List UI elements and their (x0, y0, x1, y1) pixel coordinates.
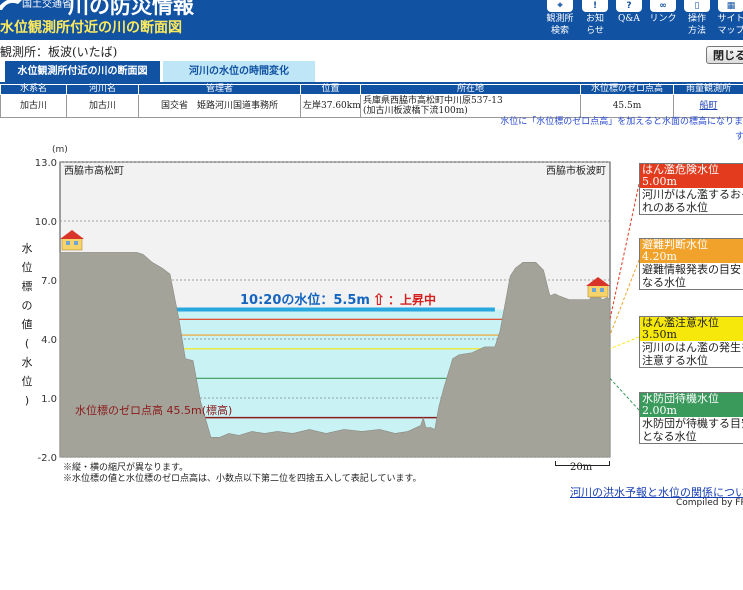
legend-flood-warning-desc: 河川のはん濫の発生を 注意する水位 (642, 341, 743, 367)
y-tick-label: 1.0 (41, 394, 57, 405)
y-axis-label-char: ( (25, 337, 29, 350)
page-subtitle: 水位観測所付近の川の断面図 (0, 20, 182, 36)
y-tick-label: -2.0 (37, 453, 57, 464)
close-button[interactable]: 閉じる (706, 46, 743, 64)
y-tick-label: 7.0 (41, 276, 57, 287)
y-axis-label-char: 水 (22, 242, 33, 255)
house-left-icon-window (74, 241, 78, 245)
cell-manager: 国交省 姫路河川国道事務所 (138, 94, 301, 118)
legend-connector-line (609, 336, 640, 350)
scale-label: 20m (570, 462, 593, 473)
header-address: 所在地 (360, 84, 581, 95)
header-system: 水系名 (0, 84, 67, 95)
legend-standby-desc: 水防団が待機する目安 となる水位 (642, 417, 743, 443)
news-button[interactable]: ! お知 らせ (578, 0, 612, 40)
y-tick-label: 13.0 (35, 158, 57, 169)
sitemap-label: サイト マップ (717, 14, 743, 36)
news-label: お知 らせ (585, 14, 604, 36)
header-rain-station: 雨量観測所 (673, 84, 743, 95)
links-button[interactable]: ∞ リンク (646, 0, 680, 40)
cell-system: 加古川 (0, 94, 67, 118)
legend-evacuation: 避難判断水位 4.20m 避難情報発表の目安と なる水位 (639, 238, 743, 290)
legend-evacuation-title: 避難判断水位 4.20m (640, 239, 743, 263)
legend-standby-title: 水防団待機水位 2.00m (640, 393, 743, 417)
legend-standby: 水防団待機水位 2.00m 水防団が待機する目安 となる水位 (639, 392, 743, 444)
links-label: リンク (649, 14, 677, 24)
header-zero-height: 水位標のゼロ点高 (580, 84, 674, 95)
trend-label: ：上昇中 (388, 292, 436, 307)
zero-point-label: 水位標のゼロ点高 45.5m(標高) (75, 403, 232, 417)
cell-river: 加古川 (66, 94, 139, 118)
legend-flood-danger: はん濫危険水位 5.00m 河川がはん濫するおそ れのある水位 (639, 163, 743, 215)
rain-station-link[interactable]: 船町 (699, 101, 717, 111)
sitemap-icon: ▦ (718, 0, 743, 12)
house-right-icon-window (600, 288, 604, 292)
qa-label: Q&A (618, 14, 640, 24)
map-pin-icon: ⌖ (547, 0, 573, 12)
link-icon: ∞ (650, 0, 676, 12)
y-axis-label-char: の (22, 299, 33, 312)
legend-flood-warning-title: はん濫注意水位 3.50m (640, 317, 743, 341)
right-bank-label: 西脇市板波町 (546, 164, 606, 177)
house-left-icon-window (66, 241, 70, 245)
header-position: 位置 (300, 84, 361, 95)
station-search-button[interactable]: ⌖ 観測所 検索 (543, 0, 577, 40)
y-axis-label-char: ) (25, 394, 29, 407)
help-label: 操作 方法 (687, 14, 706, 36)
y-axis-label-char: 位 (22, 374, 33, 388)
station-search-label: 観測所 検索 (546, 14, 574, 36)
left-bank-label: 西脇市高松町 (64, 164, 124, 177)
cell-position: 左岸37.60km (300, 94, 361, 118)
y-axis-label-char: 位 (22, 260, 33, 274)
station-info-table: 水系名 河川名 管理者 位置 所在地 水位標のゼロ点高 雨量観測所 加古川 加古… (0, 84, 743, 118)
address-line-1: 兵庫県西脇市高松町中川原537-13 (363, 96, 503, 106)
y-unit-label: (m) (52, 145, 68, 155)
current-level-label: 10:20の水位：5.5m (240, 292, 370, 308)
tab-water-level-timeline[interactable]: 河川の水位の時間変化 (163, 61, 315, 82)
y-axis-label-char: 値 (22, 318, 33, 331)
footnote-rounding: ※水位標の値と水位標のゼロ点高は、小数点以下第二位を四捨五入して表記しています。 (63, 474, 422, 484)
cross-section-chart: 13.010.07.04.01.0-2.0(m)水位標の値(水位)西脇市高松町西… (22, 145, 640, 464)
tab-cross-section[interactable]: 水位観測所付近の川の断面図 (5, 61, 160, 82)
house-left-icon-wall (61, 237, 83, 251)
station-name: 観測所：板波(いたば) (0, 45, 118, 59)
house-right-icon-wall (587, 284, 609, 298)
y-tick-label: 10.0 (35, 217, 57, 228)
question-icon: ? (616, 0, 642, 12)
legend-flood-danger-title: はん濫危険水位 5.00m (640, 164, 743, 188)
credit-text: Compiled by FRIC (676, 498, 743, 508)
sitemap-button[interactable]: ▦ サイト マップ (714, 0, 743, 40)
y-tick-label: 4.0 (41, 335, 57, 346)
cell-address: 兵庫県西脇市高松町中川原537-13 (加古川板波橋下流100m) (360, 94, 581, 118)
legend-evacuation-desc: 避難情報発表の目安と なる水位 (642, 263, 743, 289)
header-manager: 管理者 (138, 84, 301, 95)
rising-arrow-icon: ⇧ (372, 290, 385, 309)
cell-zero-height: 45.5m (580, 94, 674, 118)
header-river: 河川名 (66, 84, 139, 95)
legend-connector-line (609, 377, 640, 411)
legend-connector-line (609, 183, 640, 320)
y-axis-label-char: 標 (22, 279, 33, 293)
elevation-note: 水位に「水位標のゼロ点高」を加えると水面の標高になりま (500, 117, 743, 127)
legend-flood-danger-desc: 河川がはん濫するおそ れのある水位 (642, 188, 743, 214)
legend-flood-warning: はん濫注意水位 3.50m 河川のはん濫の発生を 注意する水位 (639, 316, 743, 368)
house-right-icon-window (592, 288, 596, 292)
help-button[interactable]: ▯ 操作 方法 (680, 0, 714, 40)
y-axis-label-char: 水 (22, 356, 33, 369)
cell-rain-station[interactable]: 船町 (673, 94, 743, 118)
info-icon: ! (582, 0, 608, 12)
book-icon: ▯ (684, 0, 710, 12)
address-line-2: (加古川板波橋下流100m) (363, 106, 468, 116)
mlit-logo-icon (0, 0, 22, 10)
ministry-name: 国土交通省 (22, 0, 72, 10)
qa-button[interactable]: ? Q&A (612, 0, 646, 40)
table-row: 加古川 加古川 国交省 姫路河川国道事務所 左岸37.60km 兵庫県西脇市高松… (0, 94, 743, 118)
